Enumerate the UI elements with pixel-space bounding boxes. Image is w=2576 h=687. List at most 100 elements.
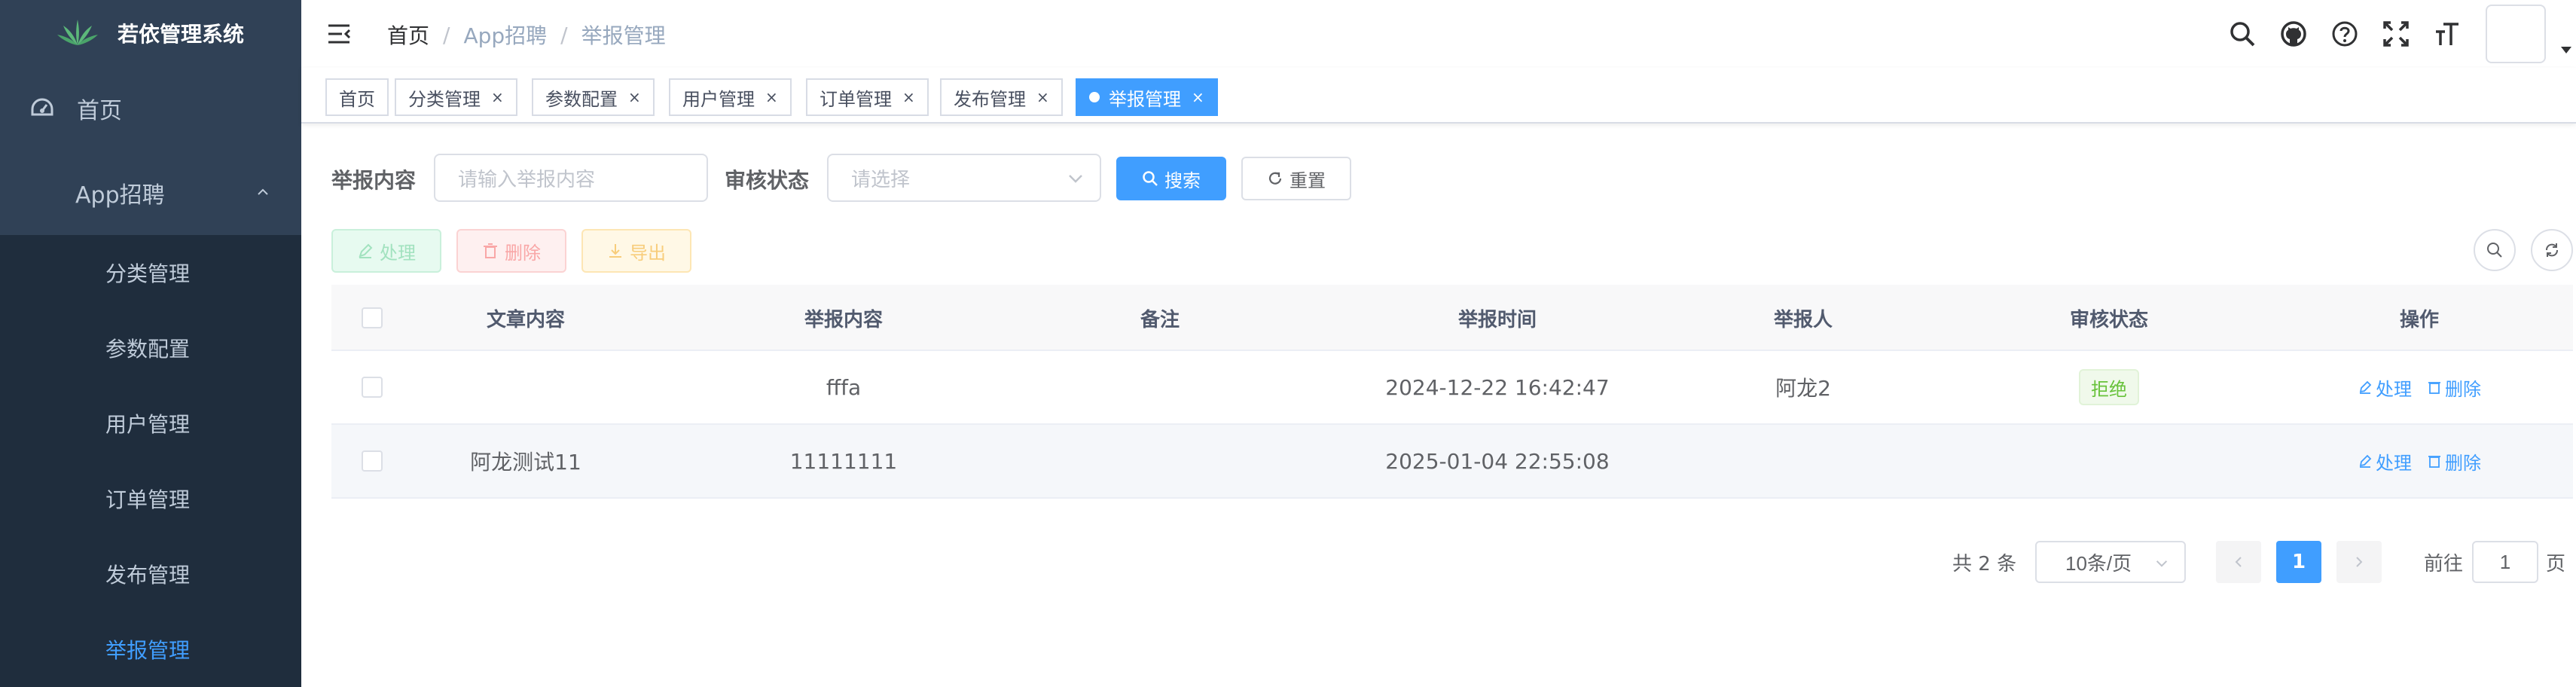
search-button-label: 搜索 xyxy=(1164,169,1201,191)
row-delete-link[interactable]: 删除 xyxy=(2427,374,2481,401)
row-checkbox[interactable] xyxy=(362,377,383,398)
page-suffix-label: 页 xyxy=(2546,553,2566,576)
column-header: 举报内容 xyxy=(804,308,883,331)
row-handle-label: 处理 xyxy=(2376,452,2412,474)
logo[interactable]: 若依管理系统 xyxy=(0,0,301,66)
sidebar-item-users[interactable]: 用户管理 xyxy=(0,386,301,461)
export-button[interactable]: 导出 xyxy=(581,229,691,273)
tags-view: 首页 分类管理 × 参数配置 × 用户管理 × 订单管理 × 发布管理 × 举报… xyxy=(301,68,2576,124)
chevron-down-icon xyxy=(1069,175,1082,183)
cell-actions: 处理 删除 xyxy=(2299,425,2540,497)
breadcrumb-home[interactable]: 首页 xyxy=(387,20,429,50)
sidebar-submenu: 分类管理 参数配置 用户管理 订单管理 发布管理 举报管理 xyxy=(0,235,301,687)
sidebar-group-app[interactable]: App招聘 xyxy=(0,151,301,235)
delete-button[interactable]: 删除 xyxy=(456,229,566,273)
reset-button-label: 重置 xyxy=(1290,169,1326,191)
close-icon[interactable]: × xyxy=(765,88,778,106)
tag-users[interactable]: 用户管理 × xyxy=(669,78,792,116)
font-size-icon[interactable] xyxy=(2433,20,2462,48)
goto-page-input[interactable]: 1 xyxy=(2472,541,2538,583)
tag-label: 发布管理 xyxy=(954,88,1026,110)
status-badge: 拒绝 xyxy=(2079,369,2139,405)
hamburger-icon[interactable] xyxy=(327,21,353,47)
export-button-label: 导出 xyxy=(630,242,666,264)
table-header: 文章内容 举报内容 备注 举报时间 举报人 审核状态 操作 xyxy=(331,285,2573,351)
tag-label: 首页 xyxy=(339,88,375,110)
cell-article xyxy=(405,351,646,423)
row-handle-link[interactable]: 处理 xyxy=(2358,448,2412,475)
sidebar-item-publish[interactable]: 发布管理 xyxy=(0,536,301,612)
sidebar-item-reports[interactable]: 举报管理 xyxy=(0,612,301,687)
tag-label: 参数配置 xyxy=(545,88,618,110)
edit-icon xyxy=(359,243,373,258)
pagination-total: 共 2 条 xyxy=(1952,553,2017,576)
search-icon xyxy=(2487,243,2502,258)
cell-time: 2024-12-22 16:42:47 xyxy=(1385,374,1610,400)
cell-reporter xyxy=(1683,425,1924,497)
toggle-search-button[interactable] xyxy=(2474,229,2516,271)
goto-label: 前往 xyxy=(2424,553,2464,576)
report-content-label: 举报内容 xyxy=(331,168,417,193)
trash-icon xyxy=(2428,456,2440,468)
close-icon[interactable]: × xyxy=(902,88,915,106)
caret-down-icon[interactable] xyxy=(2561,47,2571,54)
sidebar: 若依管理系统 首页 App招聘 分类管理 参数配置 用户管理 订单管理 发布管理… xyxy=(0,0,301,687)
handle-button-label: 处理 xyxy=(380,242,416,264)
sidebar-item-label: 首页 xyxy=(77,98,122,124)
cell-article: 阿龙测试11 xyxy=(470,450,581,475)
tag-publish[interactable]: 发布管理 × xyxy=(940,78,1063,116)
close-icon[interactable]: × xyxy=(1192,88,1204,106)
tag-reports[interactable]: 举报管理 × xyxy=(1076,78,1218,116)
avatar[interactable] xyxy=(2486,5,2546,63)
cell-content: 11111111 xyxy=(789,448,898,474)
next-page-button[interactable] xyxy=(2336,541,2382,583)
active-dot-icon xyxy=(1089,92,1100,102)
prev-page-button[interactable] xyxy=(2216,541,2261,583)
tag-category[interactable]: 分类管理 × xyxy=(395,78,517,116)
column-header: 举报时间 xyxy=(1457,308,1537,331)
question-icon[interactable] xyxy=(2330,20,2359,48)
close-icon[interactable]: × xyxy=(1036,88,1049,106)
select-all-checkbox[interactable] xyxy=(362,307,383,328)
column-header: 操作 xyxy=(2399,308,2439,331)
close-icon[interactable]: × xyxy=(491,88,504,106)
tag-params[interactable]: 参数配置 × xyxy=(532,78,655,116)
row-handle-link[interactable]: 处理 xyxy=(2358,374,2412,401)
close-icon[interactable]: × xyxy=(628,88,641,106)
logo-title: 若依管理系统 xyxy=(118,22,245,47)
search-button[interactable]: 搜索 xyxy=(1116,157,1226,200)
tag-home[interactable]: 首页 xyxy=(325,78,389,116)
tag-label: 订单管理 xyxy=(819,88,892,110)
delete-button-label: 删除 xyxy=(505,242,541,264)
app: 若依管理系统 首页 App招聘 分类管理 参数配置 用户管理 订单管理 发布管理… xyxy=(0,0,2576,687)
reset-button[interactable]: 重置 xyxy=(1241,157,1351,200)
chevron-down-icon xyxy=(2156,560,2168,567)
refresh-button[interactable] xyxy=(2531,229,2573,271)
page-number-current[interactable]: 1 xyxy=(2276,541,2321,583)
breadcrumb-separator: / xyxy=(560,22,568,47)
logo-icon xyxy=(57,20,98,45)
trash-icon xyxy=(2428,382,2440,394)
breadcrumb-group: App招聘 xyxy=(463,23,548,48)
tag-label: 举报管理 xyxy=(1109,88,1181,110)
audit-status-select[interactable]: 请选择 xyxy=(827,154,1101,202)
cell-content: fffa xyxy=(826,374,862,400)
handle-button[interactable]: 处理 xyxy=(331,229,441,273)
sidebar-item-params[interactable]: 参数配置 xyxy=(0,310,301,386)
edit-icon xyxy=(2359,454,2372,468)
tag-orders[interactable]: 订单管理 × xyxy=(806,78,929,116)
cell-actions: 处理 删除 xyxy=(2299,351,2540,423)
fullscreen-icon[interactable] xyxy=(2382,20,2410,48)
search-icon[interactable] xyxy=(2228,20,2257,48)
cell-remark xyxy=(1039,425,1280,497)
cell-time: 2025-01-04 22:55:08 xyxy=(1385,448,1610,474)
sidebar-item-orders[interactable]: 订单管理 xyxy=(0,461,301,536)
row-checkbox[interactable] xyxy=(362,450,383,472)
sidebar-item-home[interactable]: 首页 xyxy=(0,66,301,151)
row-delete-label: 删除 xyxy=(2445,378,2481,400)
sidebar-item-category[interactable]: 分类管理 xyxy=(0,235,301,310)
page-size-select[interactable]: 10条/页 xyxy=(2035,541,2186,583)
row-delete-link[interactable]: 删除 xyxy=(2427,448,2481,475)
report-content-input[interactable]: 请输入举报内容 xyxy=(434,154,708,202)
github-icon[interactable] xyxy=(2279,20,2308,48)
